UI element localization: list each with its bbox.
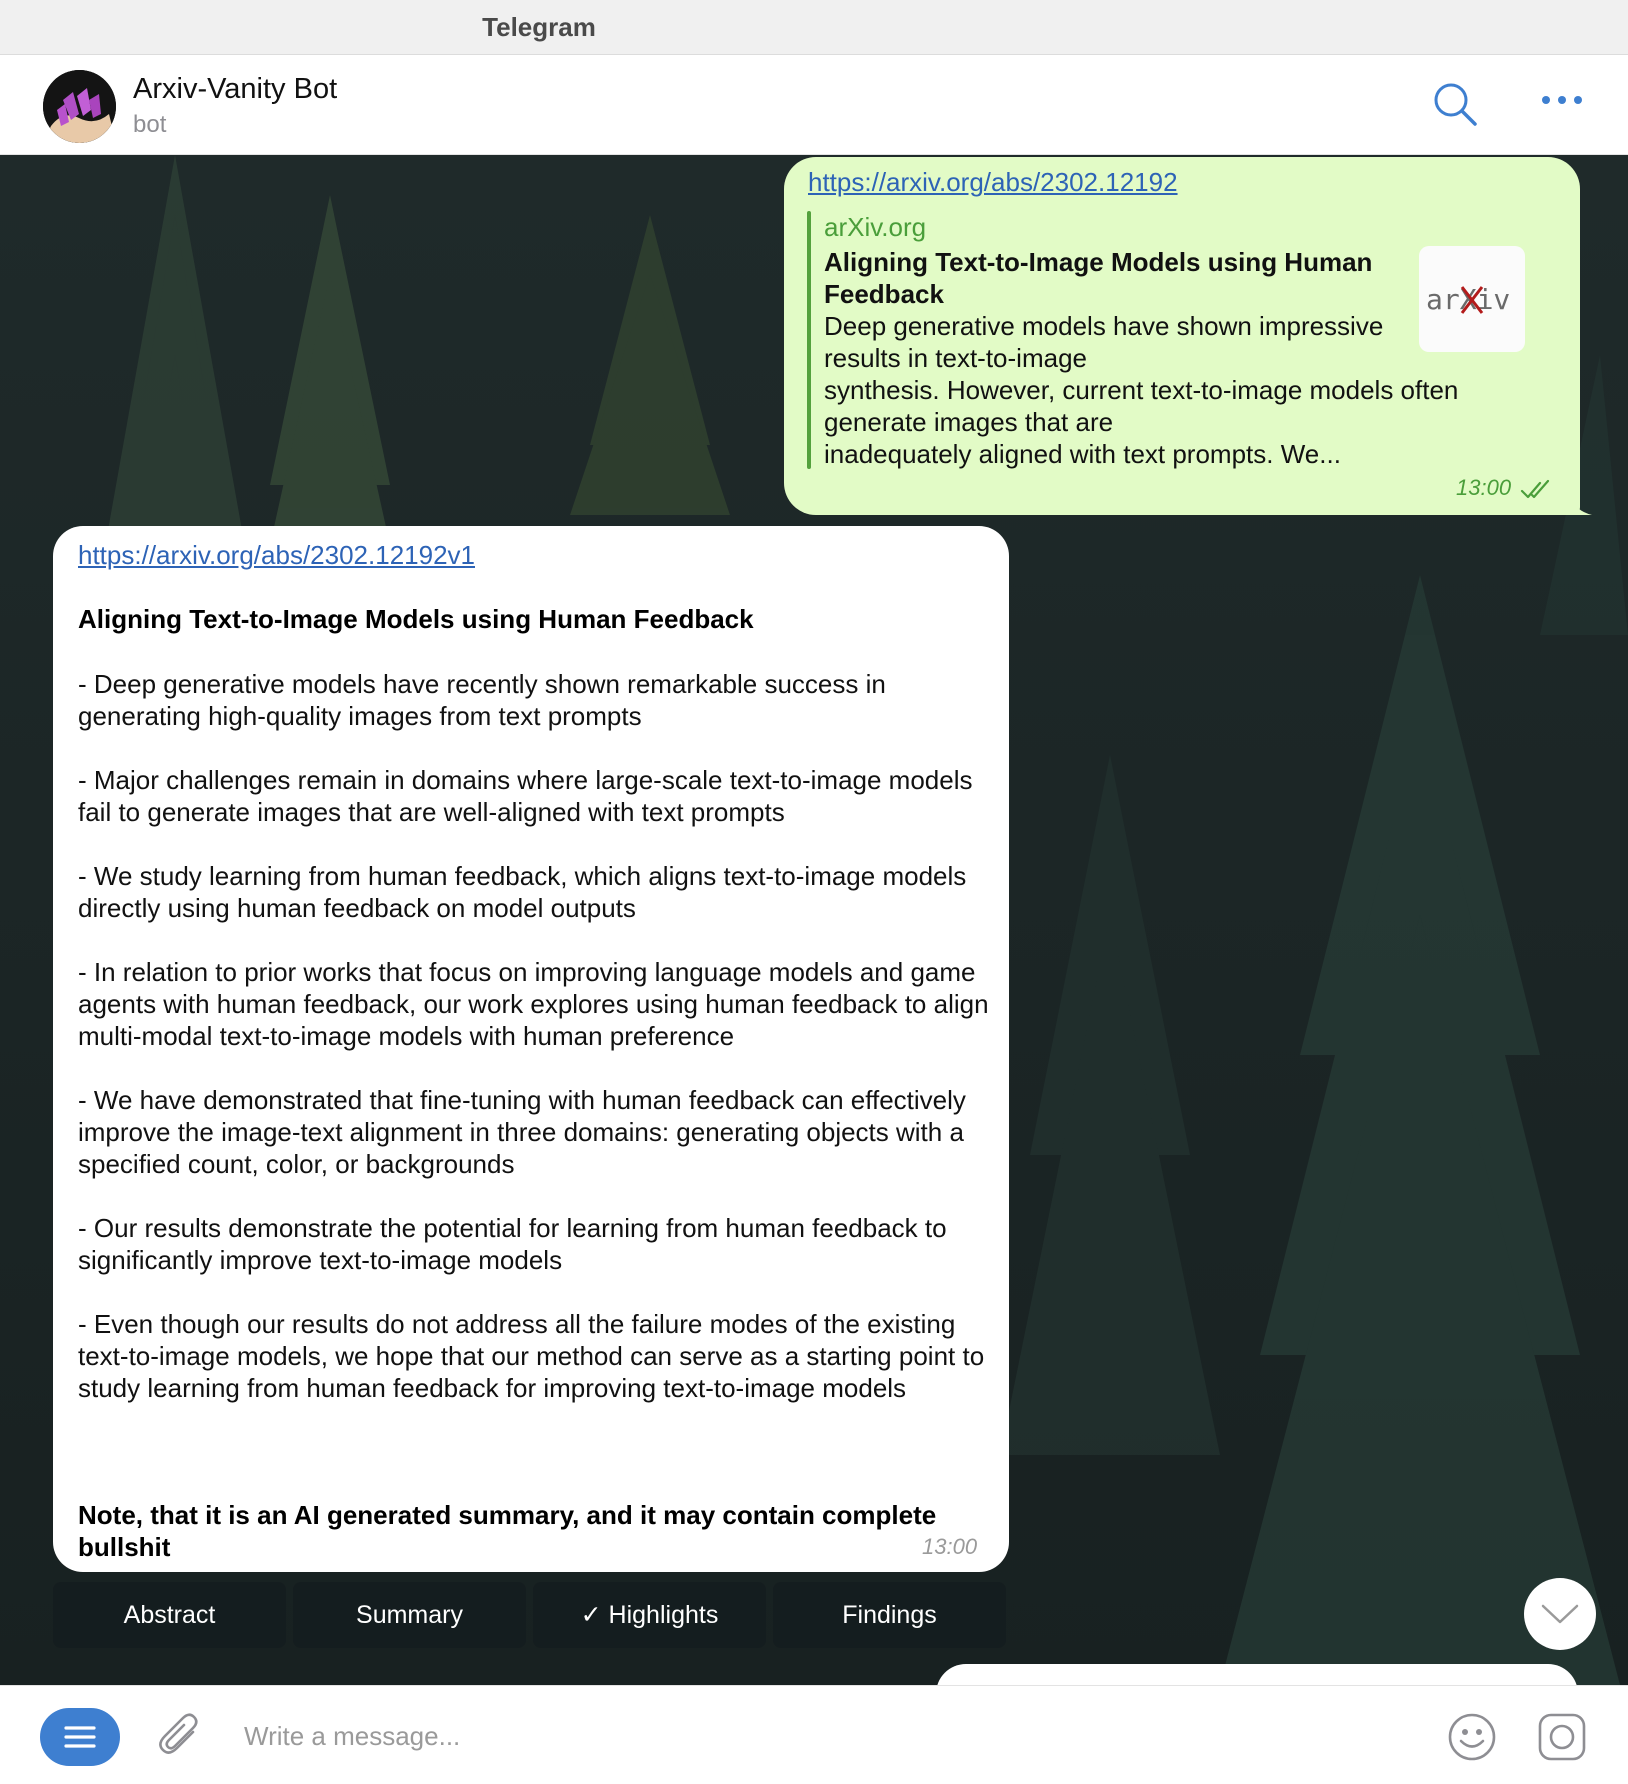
- summary-title: Aligning Text-to-Image Models using Huma…: [78, 604, 754, 634]
- more-icon[interactable]: [1538, 85, 1586, 115]
- highlights-button[interactable]: ✓ Highlights: [533, 1582, 766, 1648]
- link-preview-bar: [807, 211, 811, 469]
- emoji-icon[interactable]: [1447, 1712, 1497, 1762]
- chat-subtitle: bot: [133, 111, 167, 138]
- summary-bullet: - Our results demonstrate the potential …: [78, 1213, 947, 1275]
- double-check-icon: [1520, 479, 1550, 499]
- summary-bullet: - In relation to prior works that focus …: [78, 957, 989, 1051]
- incoming-link[interactable]: https://arxiv.org/abs/2302.12192v1: [78, 540, 475, 571]
- abstract-button[interactable]: Abstract: [53, 1582, 286, 1648]
- link-preview-title[interactable]: Aligning Text-to-Image Models using Huma…: [824, 246, 1404, 310]
- window-title: Telegram: [482, 11, 596, 42]
- chat-title: Arxiv-Vanity Bot: [133, 73, 338, 105]
- scroll-to-bottom-button[interactable]: [1524, 1578, 1596, 1650]
- bot-menu-button[interactable]: [40, 1708, 120, 1766]
- camera-icon[interactable]: [1537, 1712, 1587, 1762]
- message-input[interactable]: [244, 1708, 1404, 1764]
- bubble-tail: [1568, 490, 1592, 515]
- link-preview-site[interactable]: arXiv.org: [824, 212, 926, 243]
- arxiv-logo: arXiv: [1426, 283, 1510, 316]
- summary-disclaimer: Note, that it is an AI generated summary…: [78, 1500, 937, 1562]
- findings-button[interactable]: Findings: [773, 1582, 1006, 1648]
- summary-button[interactable]: Summary: [293, 1582, 526, 1648]
- outgoing-link[interactable]: https://arxiv.org/abs/2302.12192: [808, 167, 1178, 198]
- arxiv-logo-text: arXiv: [1426, 283, 1510, 316]
- link-preview-thumbnail[interactable]: arXiv: [1419, 246, 1525, 352]
- menu-icon: [64, 1726, 96, 1748]
- summary-bullet: - We study learning from human feedback,…: [78, 861, 967, 923]
- message-composer: [0, 1685, 1628, 1784]
- incoming-message-time: 13:00: [922, 1534, 978, 1559]
- outgoing-message-time: 13:00: [1456, 475, 1512, 500]
- search-icon[interactable]: [1432, 81, 1478, 127]
- window-titlebar: Telegram: [0, 0, 1628, 55]
- summary-bullet: - We have demonstrated that fine-tuning …: [78, 1085, 966, 1179]
- attach-icon[interactable]: [157, 1712, 203, 1760]
- summary-bullet: - Deep generative models have recently s…: [78, 669, 886, 731]
- summary-bullet: - Even though our results do not address…: [78, 1309, 985, 1403]
- chevron-down-icon: [1541, 1604, 1579, 1624]
- chat-header: Arxiv-Vanity Bot bot: [0, 55, 1628, 155]
- avatar[interactable]: [43, 70, 116, 143]
- summary-bullet: - Major challenges remain in domains whe…: [78, 765, 973, 827]
- summary-body: - Deep generative models have recently s…: [78, 668, 998, 1436]
